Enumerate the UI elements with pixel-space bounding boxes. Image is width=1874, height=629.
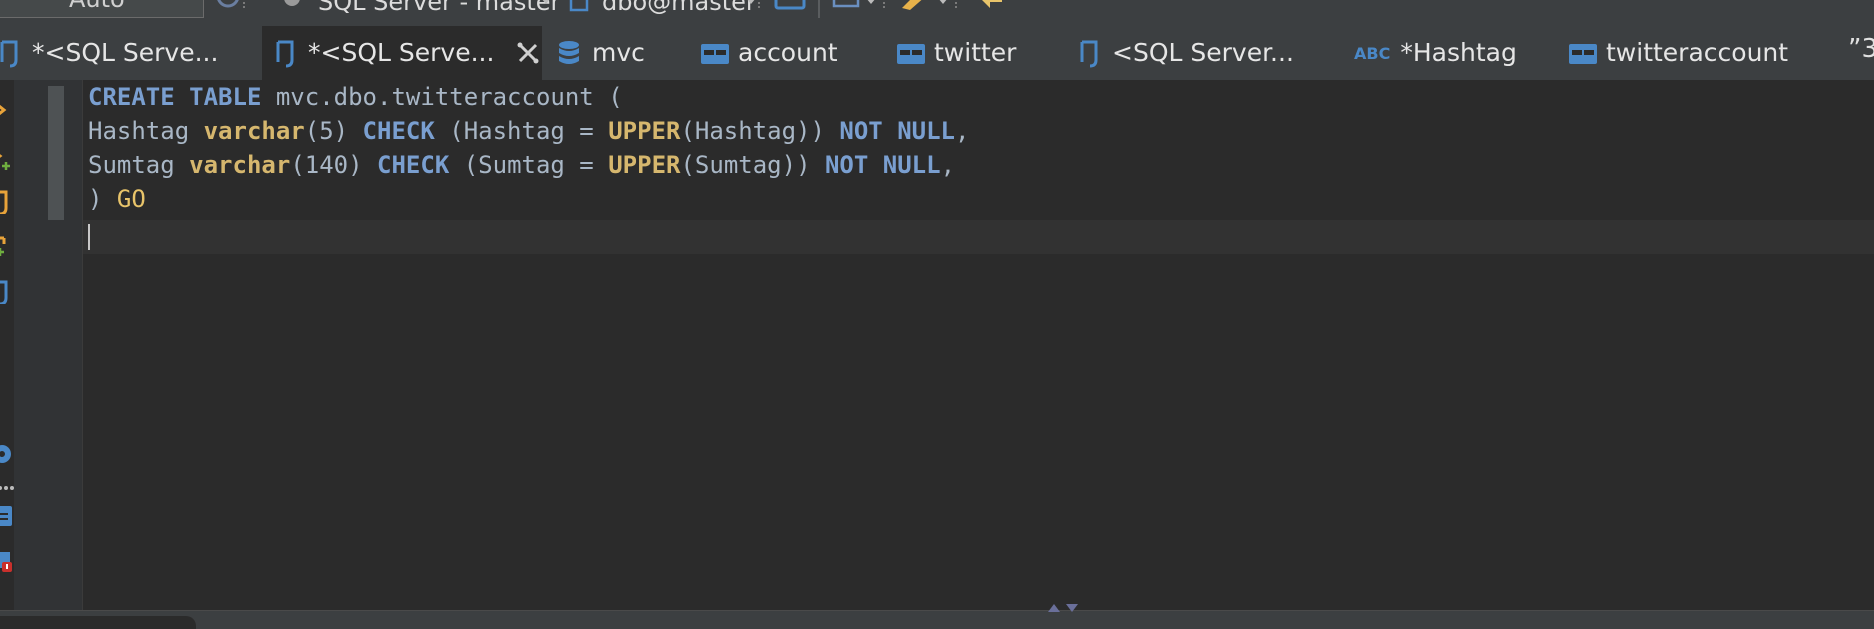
datasource-icon (284, 0, 300, 6)
schema-icon (569, 0, 589, 12)
execute-script-new-tab-icon[interactable] (0, 236, 14, 260)
tab-label: <SQL Server... (1112, 38, 1294, 67)
warning-file-icon[interactable] (0, 550, 14, 574)
keyword-null: NULL (882, 151, 941, 179)
transaction-mode-select[interactable]: Auto (0, 0, 204, 18)
type-size: (5) (304, 117, 363, 145)
tab-mvc[interactable]: mvc (554, 26, 684, 80)
keyword-check: CHECK (377, 151, 450, 179)
column-name: Hashtag (88, 117, 204, 145)
function-upper: UPPER (608, 151, 681, 179)
database-icon (559, 41, 579, 64)
text-cursor (88, 224, 90, 250)
tab-label: twitter (934, 38, 1017, 67)
code-line-4: ) GO (88, 182, 969, 216)
format-brush-icon[interactable] (898, 0, 964, 12)
tab-sql-script-active[interactable]: *<SQL Serve... (262, 26, 542, 80)
undo-arrow-icon[interactable] (976, 0, 1006, 12)
tab-twitter[interactable]: twitter (896, 26, 1046, 80)
execute-new-tab-icon[interactable] (0, 148, 14, 172)
tab-hashtag[interactable]: ABC *Hashtag (1354, 26, 1524, 80)
chevron-down-icon[interactable] (744, 0, 760, 10)
keyword-go: GO (116, 185, 146, 213)
table-icon (701, 44, 729, 64)
table-identifier: mvc.dbo.twitteraccount ( (261, 83, 623, 111)
column-name: Sumtag (88, 151, 190, 179)
results-tab[interactable] (0, 616, 196, 629)
code-line-2: Hashtag varchar(5) CHECK (Hashtag = UPPE… (88, 114, 969, 148)
type-size: (140) (290, 151, 378, 179)
tab-label: twitteraccount (1606, 38, 1789, 67)
code-area[interactable]: CREATE TABLE mvc.dbo.twitteraccount (Has… (88, 80, 969, 216)
keyword-null: NULL (897, 117, 955, 145)
sql-script-icon (1080, 40, 1098, 68)
transaction-mode-value: Auto (69, 0, 125, 13)
tab-twitteraccount[interactable]: twitteraccount (1568, 26, 1808, 80)
execute-script-icon[interactable] (0, 190, 14, 214)
check-expression: (Hashtag = (434, 117, 609, 145)
tab-label: account (738, 38, 838, 67)
tab-label: *<SQL Serve... (308, 38, 495, 67)
results-panel-edge (0, 610, 1874, 629)
editor-tab-bar: *<SQL Serve... *<SQL Serve... mvc accoun… (0, 26, 1874, 81)
data-type: varchar (189, 151, 291, 179)
check-expression: (Sumtag = (449, 151, 609, 179)
code-line-3: Sumtag varchar(140) CHECK (Sumtag = UPPE… (88, 148, 969, 182)
code-line-1: CREATE TABLE mvc.dbo.twitteraccount ( (88, 80, 969, 114)
schema-selector[interactable]: dbo@master (602, 0, 756, 14)
main-toolbar: Auto SQL Server - master dbo@master (0, 0, 1874, 26)
tab-account[interactable]: account (700, 26, 870, 80)
table-icon (1569, 44, 1597, 64)
tab-overflow-button[interactable]: ”3 (1848, 34, 1874, 64)
column-icon: ABC (1354, 43, 1391, 63)
keyword-not: NOT (824, 151, 869, 179)
sql-editor[interactable]: CREATE TABLE mvc.dbo.twitteraccount (Has… (83, 80, 1874, 610)
panel-splitter-icon[interactable] (1044, 602, 1088, 612)
settings-gear-icon[interactable] (0, 442, 14, 466)
function-args: (Hashtag)) (680, 117, 840, 145)
keyword-check: CHECK (362, 117, 435, 145)
change-marker (48, 86, 64, 220)
data-type: varchar (203, 117, 305, 145)
console-icon[interactable] (774, 0, 808, 12)
table-icon (897, 44, 925, 64)
tab-label: mvc (592, 38, 645, 67)
keyword-not: NOT (839, 117, 883, 145)
tab-sql-script-3[interactable]: <SQL Server... (1074, 26, 1314, 80)
sql-script-icon (276, 40, 294, 68)
function-args: (Sumtag)) (680, 151, 825, 179)
chevron-down-icon[interactable] (540, 0, 552, 8)
tab-label: *Hashtag (1400, 38, 1517, 67)
comma: , (940, 151, 956, 179)
comma: , (955, 117, 970, 145)
function-upper: UPPER (608, 117, 681, 145)
explain-plan-icon[interactable] (0, 280, 14, 304)
close-icon[interactable] (516, 41, 540, 65)
closing-paren: ) (88, 185, 117, 213)
toolbar-separator (818, 0, 820, 18)
tab-label: *<SQL Serve... (32, 38, 219, 67)
keyword-create: CREATE (88, 83, 175, 111)
keyword-table: TABLE (189, 83, 262, 111)
more-options-icon[interactable] (0, 476, 14, 500)
history-icon[interactable] (214, 0, 250, 12)
execute-icon[interactable] (0, 98, 14, 122)
layout-icon[interactable] (832, 0, 892, 12)
tab-sql-script-1[interactable]: *<SQL Serve... (0, 26, 260, 80)
current-line-highlight (83, 220, 1874, 254)
sql-script-icon (0, 40, 18, 68)
datasource-selector[interactable]: SQL Server - master (318, 0, 560, 14)
export-icon[interactable] (0, 504, 14, 528)
